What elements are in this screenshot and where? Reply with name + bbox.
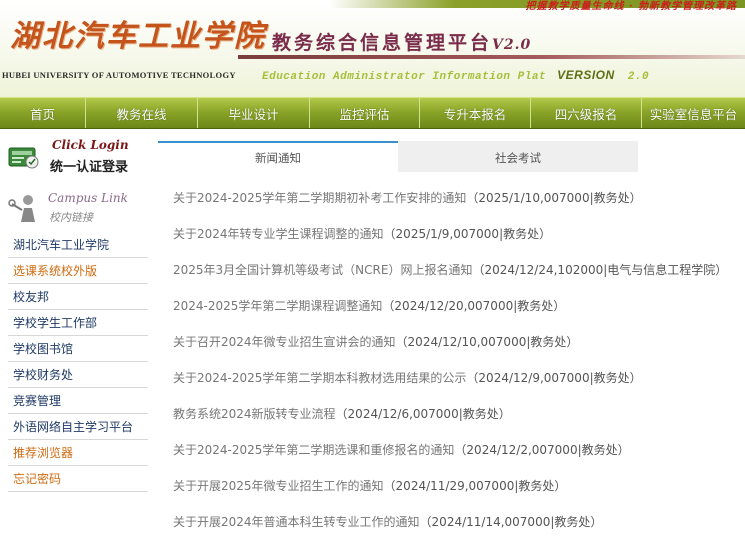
title-underline [238, 55, 745, 59]
news-meta: （2024/11/14,007000|教务处） [419, 515, 603, 529]
link-foreign-language-learning[interactable]: 外语网络自主学习平台 [8, 414, 148, 440]
list-item[interactable]: 关于2024-2025学年第二学期本科教材选用结果的公示（2024/12/9,0… [173, 369, 738, 405]
news-meta: （2024/12/20,007000|教务处） [382, 299, 566, 313]
news-title: 2025年3月全国计算机等级考试（NCRE）网上报名通知 [173, 263, 473, 277]
list-item[interactable]: 关于2024-2025学年第二学期期初补考工作安排的通知（2025/1/10,0… [173, 189, 738, 225]
system-title-en: Education Administrator Information Plat… [262, 68, 649, 83]
link-forgot-password[interactable]: 忘记密码 [8, 466, 148, 492]
unified-login-button[interactable]: Click Login 统一认证登录 [6, 138, 146, 178]
tab-social-exams[interactable]: 社会考试 [398, 141, 638, 172]
news-meta: （2024/12/2,007000|教务处） [454, 443, 630, 457]
link-finance-office[interactable]: 学校财务处 [8, 362, 148, 388]
campus-links-list: 湖北汽车工业学院 选课系统校外版 校友邦 学校学生工作部 学校图书馆 学校财务处… [8, 232, 148, 492]
news-meta: （2024/12/9,007000|教务处） [466, 371, 642, 385]
header-slogan: 把握教学质量生命线 · 勃新教学管理改革路 [525, 1, 737, 12]
school-name-en: HUBEI UNIVERSITY OF AUTOMOTIVE TECHNOLOG… [2, 70, 236, 80]
list-item[interactable]: 关于2024-2025学年第二学期选课和重修报名的通知（2024/12/2,00… [173, 441, 738, 477]
news-meta: （2024/12/6,007000|教务处） [335, 407, 511, 421]
campus-link-title-cn: 校内链接 [49, 211, 93, 224]
news-title: 关于开展2024年普通本科生转专业工作的通知 [173, 515, 420, 529]
news-tabs: 新闻通知 社会考试 [158, 141, 638, 172]
login-title-en: Click Login [52, 138, 129, 152]
list-item[interactable]: 关于2024年转专业学生课程调整的通知（2025/1/9,007000|教务处） [173, 225, 738, 261]
link-hubei-auto-univ[interactable]: 湖北汽车工业学院 [8, 232, 148, 258]
system-title: 教务综合信息管理平台V2.0 [272, 28, 531, 55]
link-recommended-browser[interactable]: 推荐浏览器 [8, 440, 148, 466]
link-course-selection-external[interactable]: 选课系统校外版 [8, 258, 148, 284]
news-title: 关于召开2024年微专业招生宣讲会的通知 [173, 335, 396, 349]
link-student-affairs[interactable]: 学校学生工作部 [8, 310, 148, 336]
system-title-text: 教务综合信息管理平台 [272, 32, 493, 54]
system-version-number: 2.0 [627, 71, 650, 83]
list-item[interactable]: 教务系统2024新版转专业流程（2024/12/6,007000|教务处） [173, 405, 738, 441]
list-item[interactable]: 2024-2025学年第二学期课程调整通知（2024/12/20,007000|… [173, 297, 738, 333]
news-title: 关于2024年转专业学生课程调整的通知 [173, 227, 384, 241]
news-meta: （2025/1/10,007000|教务处） [466, 191, 642, 205]
system-title-en-text: Education Administrator Information Plat [262, 71, 547, 83]
login-title-cn: 统一认证登录 [50, 160, 129, 175]
main-nav: 首页 教务在线 毕业设计 监控评估 专升本报名 四六级报名 实验室信息平台 [0, 97, 745, 129]
campus-person-icon [8, 195, 35, 222]
news-meta: （2024/12/10,007000|教务处） [395, 335, 579, 349]
news-list: 关于2024-2025学年第二学期期初补考工作安排的通知（2025/1/10,0… [173, 189, 738, 549]
news-title: 关于2024-2025学年第二学期选课和重修报名的通知 [173, 443, 455, 457]
system-version: V2.0 [492, 37, 532, 53]
campus-link-header: Campus Link 校内链接 [6, 190, 146, 226]
news-meta: （2024/11/29,007000|教务处） [383, 479, 567, 493]
campus-link-title-en: Campus Link [48, 191, 128, 205]
news-meta: （2025/1/9,007000|教务处） [383, 227, 552, 241]
nav-graduation-design[interactable]: 毕业设计 [198, 98, 310, 128]
nav-monitoring-evaluation[interactable]: 监控评估 [310, 98, 420, 128]
nav-home[interactable]: 首页 [0, 98, 86, 128]
nav-academic-online[interactable]: 教务在线 [86, 98, 198, 128]
school-name-cn: 湖北汽车工业学院 [10, 19, 266, 54]
news-title: 教务系统2024新版转专业流程 [173, 407, 336, 421]
list-item[interactable]: 关于召开2024年微专业招生宣讲会的通知（2024/12/10,007000|教… [173, 333, 738, 369]
system-version-word: VERSION [557, 68, 615, 82]
list-item[interactable]: 关于开展2024年普通本科生转专业工作的通知（2024/11/14,007000… [173, 513, 738, 549]
news-meta: （2024/12/24,102000|电气与信息工程学院） [472, 263, 728, 277]
news-title: 关于2024-2025学年第二学期本科教材选用结果的公示 [173, 371, 467, 385]
link-xiaoyoubang[interactable]: 校友邦 [8, 284, 148, 310]
link-competition-management[interactable]: 竞赛管理 [8, 388, 148, 414]
left-sidebar: Click Login 统一认证登录 Campus Link 校内链接 湖北汽车… [0, 128, 150, 547]
link-library[interactable]: 学校图书馆 [8, 336, 148, 362]
news-title: 关于2024-2025学年第二学期期初补考工作安排的通知 [173, 191, 467, 205]
nav-cet-registration[interactable]: 四六级报名 [531, 98, 642, 128]
list-item[interactable]: 2025年3月全国计算机等级考试（NCRE）网上报名通知（2024/12/24,… [173, 261, 738, 297]
tab-news-notices[interactable]: 新闻通知 [158, 141, 398, 172]
header-banner: 把握教学质量生命线 · 勃新教学管理改革路 湖北汽车工业学院 HUBEI UNI… [0, 0, 745, 97]
login-card-icon [8, 147, 39, 169]
list-item[interactable]: 关于开展2025年微专业招生工作的通知（2024/11/29,007000|教务… [173, 477, 738, 513]
news-title: 2024-2025学年第二学期课程调整通知 [173, 299, 383, 313]
nav-upgrade-registration[interactable]: 专升本报名 [420, 98, 531, 128]
nav-lab-platform[interactable]: 实验室信息平台 [642, 98, 745, 128]
news-title: 关于开展2025年微专业招生工作的通知 [173, 479, 384, 493]
